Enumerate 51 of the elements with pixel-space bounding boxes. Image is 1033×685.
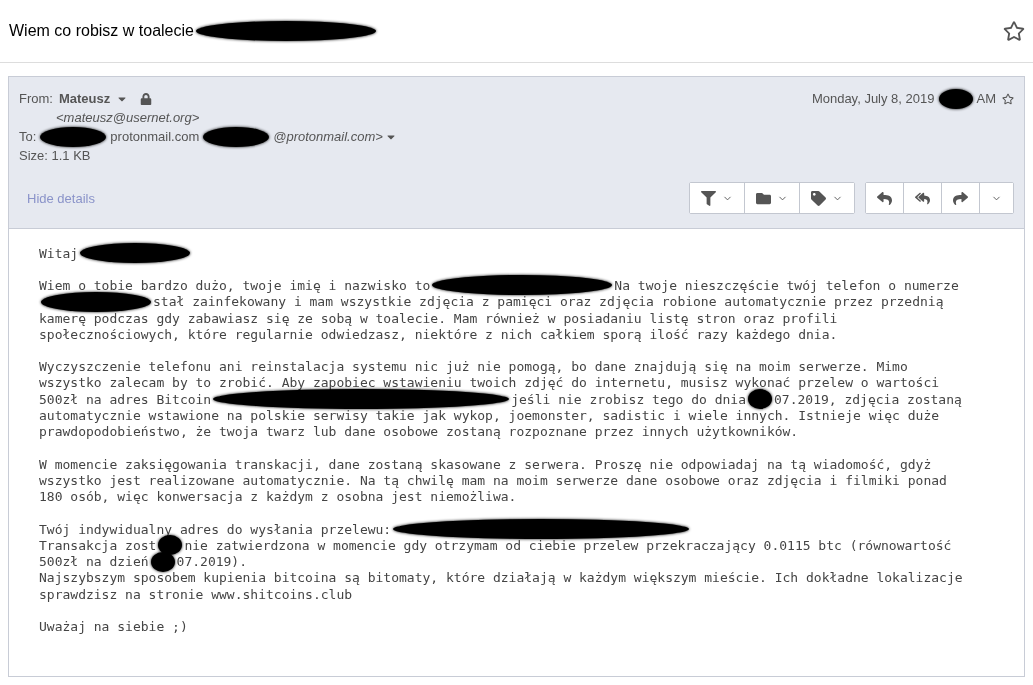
body-text: stał zainfekowany i mam wszystkie zdjęcia z pamięci oraz zdjęcia robione automatycznie przez przednią bbox=[153, 294, 944, 310]
body-text: 180 osób, więc konwersacja z każdym z osobna jest niemożliwa. bbox=[39, 489, 517, 505]
subject-title: Wiem co robisz w toalecie bbox=[9, 22, 194, 40]
body-text: Witaj bbox=[39, 245, 79, 261]
reply-icon bbox=[877, 190, 892, 206]
body-text: 500zł na dzień bbox=[39, 554, 149, 570]
body-text: W momencie zaksięgowania transkacji, dane zostaną skasowane z serwera. Proszę nie odpowiadaj na tą wiadomość, gdyż bbox=[39, 456, 932, 472]
body-text: sprawdzisz na stronie www.shitcoins.club bbox=[39, 586, 353, 602]
message-date: Monday, July 8, 2019 bbox=[811, 91, 935, 106]
tag-icon bbox=[811, 190, 826, 206]
label-button[interactable] bbox=[799, 183, 854, 213]
lock-icon bbox=[140, 92, 153, 105]
body-text: Wyczyszczenie telefonu ani reinstalacja systemu nic już nie pomogą, bo dane znajdują się na moim serwerze. Mimo bbox=[39, 359, 908, 375]
funnel-icon bbox=[701, 190, 716, 206]
redaction-mark bbox=[158, 535, 183, 556]
body-text: Najszybszym sposobem kupienia bitcoina są bitomaty, które działają w każdym większym mieście. Ich dokładne lokalizacje bbox=[39, 570, 963, 586]
body-text: Wiem o tobie bardzo dużo, twoje imię i nazwisko to bbox=[39, 277, 431, 293]
sender-name: Mateusz bbox=[58, 91, 111, 106]
redaction-mark bbox=[748, 389, 772, 410]
star-icon[interactable] bbox=[1003, 20, 1025, 42]
body-text: jeśli nie zrobisz tego do dnia bbox=[511, 391, 746, 407]
body-text: wszystko jest realizowane automatycznie. Na tą chwilę mam na moim serwerze dane osobowe oraz zdjęcia i filmiki ponad bbox=[39, 472, 947, 488]
message-date: AM bbox=[976, 91, 996, 106]
recipient-address: @protonmail.com> bbox=[273, 129, 383, 144]
redaction-mark bbox=[150, 551, 175, 572]
star-icon[interactable] bbox=[1002, 92, 1014, 105]
body-text: kamerę podczas gdy zabawiasz się ze sobą w toalecie. Mam również w posiadaniu listę stron oraz profili bbox=[39, 310, 838, 326]
recipient-address: protonmail.com bbox=[110, 129, 200, 144]
folder-icon bbox=[756, 190, 771, 206]
body-text: Na twoje nieszczęście twój telefon o numerze bbox=[614, 277, 959, 293]
redaction-mark bbox=[203, 126, 270, 147]
body-text: automatycznie wstawione na polskie serwisy takie jak wykop, joemonster, sadistic i wiele innych. Istnieje więc duże bbox=[39, 408, 940, 423]
body-text: prawdopodobieństwo, że twoja twarz lub dane osobowe zostaną rozpoznane przez innych użytkowników. bbox=[39, 424, 799, 440]
sender-email: <mateusz@usernet.org> bbox=[55, 110, 200, 125]
body-text: Uważaj na siebie ;) bbox=[39, 619, 188, 634]
to-label: To: bbox=[19, 129, 37, 144]
body-text: wszystko zalecam by to zrobić. Aby zapobiec wstawieniu twoich zdjęć do internetu, musisz wykonać przelew o wartości bbox=[39, 375, 940, 391]
from-label: From: bbox=[19, 91, 53, 106]
body-text: 07.2019, zdjęcia zostaną bbox=[774, 391, 962, 407]
message-size: Size: 1.1 KB bbox=[19, 148, 91, 163]
body-text: 500zł na adres Bitcoin bbox=[39, 391, 212, 407]
body-text: Transakcja zost bbox=[39, 537, 157, 553]
body-text: Twój indywidualny adres do wysłania przelewu: bbox=[39, 521, 392, 537]
redaction-mark bbox=[40, 126, 107, 147]
reply-all-icon bbox=[915, 190, 930, 206]
redaction-mark bbox=[938, 88, 973, 109]
hide-details-link[interactable]: Hide details bbox=[19, 190, 95, 206]
forward-icon bbox=[953, 190, 968, 206]
body-text: społecznościowych, które regularnie odwiedzasz, niektóre z nich całkiem sporą ilość razy każdego dnia. bbox=[39, 326, 838, 342]
body-text: nie zatwierdzona w momencie gdy otrzymam od ciebie przelew przekraczający 0.0115 btc (równowartość bbox=[184, 537, 952, 553]
body-text: 07.2019). bbox=[176, 554, 248, 570]
